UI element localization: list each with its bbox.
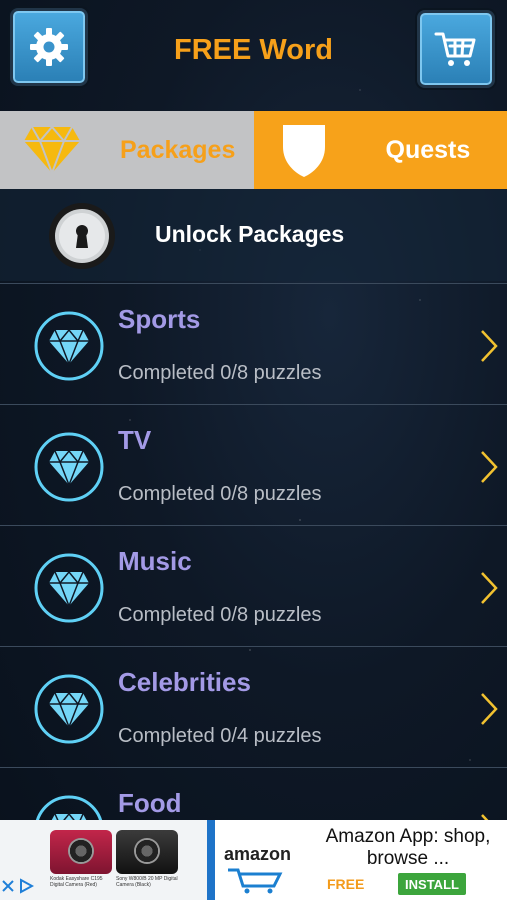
- package-row-tv[interactable]: TV Completed 0/8 puzzles: [0, 404, 507, 525]
- package-progress: Completed 0/8 puzzles: [118, 483, 322, 505]
- close-icon[interactable]: [0, 878, 16, 894]
- chevron-right-icon: [481, 451, 498, 483]
- package-row-music[interactable]: Music Completed 0/8 puzzles: [0, 525, 507, 646]
- ad-price: FREE: [327, 876, 365, 892]
- ad-product-panel[interactable]: Kodak Easyshare C195 Digital Camera (Red…: [0, 820, 207, 900]
- tab-quests-label: Quests: [385, 135, 471, 164]
- tab-quests[interactable]: Quests: [253, 111, 507, 189]
- amazon-logo: amazon: [218, 824, 296, 896]
- unlock-packages-label: Unlock Packages: [155, 221, 345, 247]
- ad-divider: [207, 820, 215, 900]
- diamond-badge-icon: [34, 432, 104, 502]
- shopping-cart-icon: [434, 32, 476, 66]
- install-button[interactable]: INSTALL: [398, 873, 466, 895]
- package-progress: Completed 0/8 puzzles: [118, 604, 322, 626]
- diamond-icon: [24, 125, 80, 174]
- shop-button[interactable]: [417, 10, 495, 88]
- ad-product-caption: Sony W800/B 20 MP Digital Camera (Black): [116, 876, 178, 888]
- keyhole-lock-icon: [49, 203, 115, 269]
- package-row-celebrities[interactable]: Celebrities Completed 0/4 puzzles: [0, 646, 507, 767]
- ad-title: Amazon App: shop, browse ...: [325, 826, 491, 869]
- package-title: Music: [118, 546, 192, 576]
- package-title: Celebrities: [118, 667, 251, 697]
- diamond-badge-icon: [34, 674, 104, 744]
- chevron-right-icon: [481, 572, 498, 604]
- package-title: Sports: [118, 304, 201, 334]
- diamond-badge-icon: [34, 311, 104, 381]
- camera-product-image: [50, 830, 112, 874]
- ad-choices-icon[interactable]: [18, 878, 34, 894]
- package-progress: Completed 0/8 puzzles: [118, 362, 322, 384]
- tab-packages[interactable]: Packages: [0, 111, 254, 189]
- chevron-right-icon: [481, 330, 498, 362]
- amazon-cart-icon: [228, 868, 283, 894]
- ad-choices[interactable]: [0, 878, 34, 894]
- package-progress: Completed 0/4 puzzles: [118, 725, 322, 747]
- package-row-sports[interactable]: Sports Completed 0/8 puzzles: [0, 283, 507, 404]
- unlock-packages-row[interactable]: Unlock Packages: [0, 189, 507, 281]
- diamond-badge-icon: [34, 553, 104, 623]
- package-title: Food: [118, 788, 182, 818]
- ad-product-caption: Kodak Easyshare C195 Digital Camera (Red…: [50, 876, 103, 888]
- package-list: Sports Completed 0/8 puzzles TV Complete…: [0, 283, 507, 888]
- top-bar: FREE Word: [0, 0, 507, 110]
- amazon-wordmark: amazon: [224, 844, 292, 864]
- tab-bar: Packages Quests: [0, 111, 507, 189]
- tab-packages-label: Packages: [120, 135, 236, 164]
- ad-banner[interactable]: Kodak Easyshare C195 Digital Camera (Red…: [0, 820, 507, 900]
- package-title: TV: [118, 425, 152, 455]
- shield-icon: [282, 125, 325, 177]
- camera-product-image: [116, 830, 178, 874]
- chevron-right-icon: [481, 693, 498, 725]
